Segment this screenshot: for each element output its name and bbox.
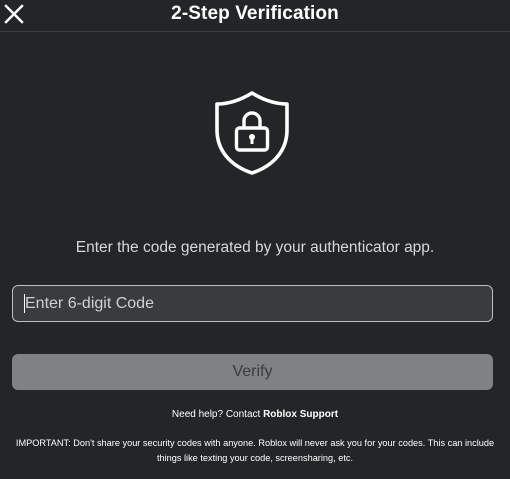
verify-button[interactable]: Verify <box>12 354 493 390</box>
roblox-support-link[interactable]: Roblox Support <box>263 409 338 420</box>
important-notice: IMPORTANT: Don't share your security cod… <box>15 438 495 463</box>
text-caret <box>24 294 25 313</box>
shield-lock-icon <box>215 91 289 175</box>
help-prefix: Need help? Contact <box>171 409 264 420</box>
code-input[interactable] <box>12 285 493 322</box>
dialog-title: 2-Step Verification <box>171 3 339 24</box>
instruction-text: Enter the code generated by your authent… <box>75 239 435 256</box>
help-text: Need help? Contact Roblox Support <box>0 409 510 420</box>
dialog-header: 2-Step Verification <box>0 0 510 32</box>
